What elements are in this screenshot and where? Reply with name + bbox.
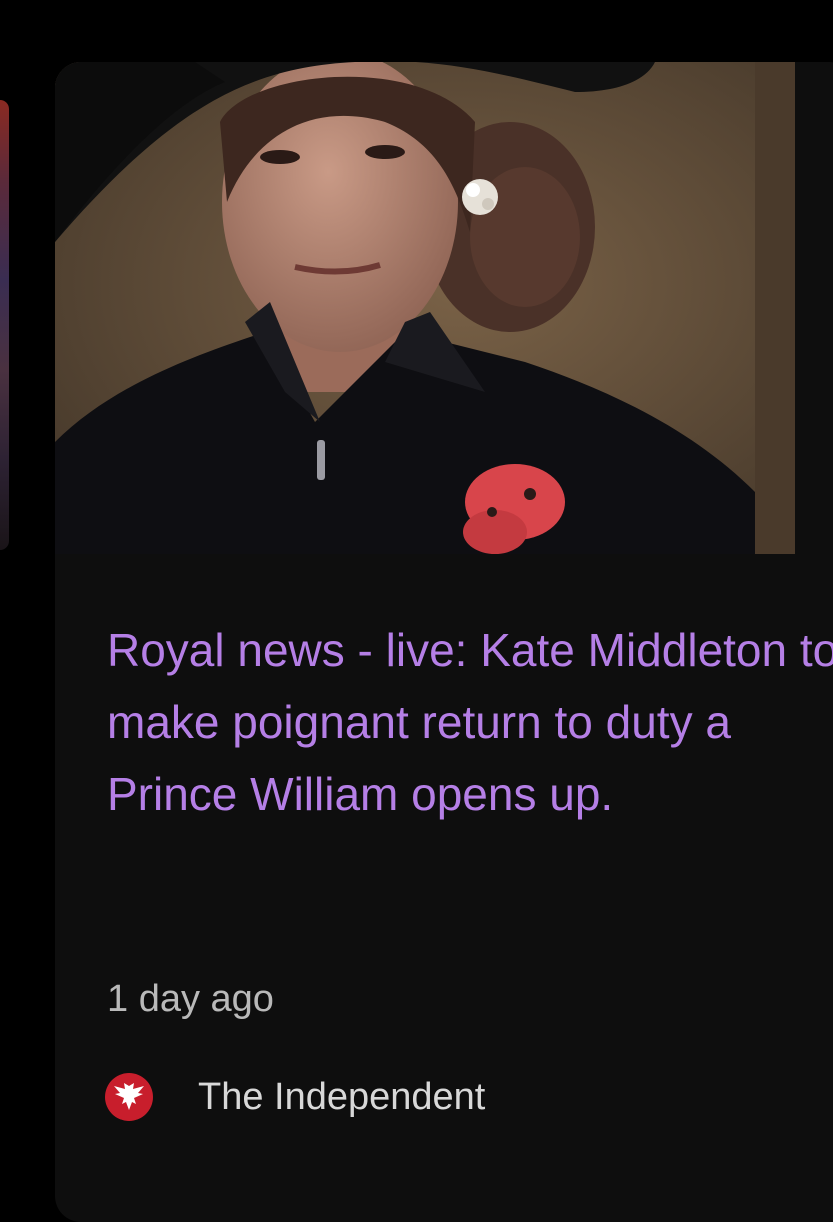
article-headline[interactable]: Royal news - live: Kate Middleton to mak…	[107, 614, 833, 830]
source-name: The Independent	[198, 1076, 486, 1118]
previous-card-edge[interactable]	[0, 100, 9, 550]
article-photo	[55, 62, 795, 554]
independent-eagle-logo-icon	[105, 1073, 153, 1121]
article-timestamp: 1 day ago	[107, 978, 274, 1020]
news-card[interactable]: Royal news - live: Kate Middleton to mak…	[55, 62, 833, 1222]
article-source[interactable]: The Independent	[105, 1072, 485, 1122]
article-thumbnail[interactable]	[55, 62, 795, 554]
